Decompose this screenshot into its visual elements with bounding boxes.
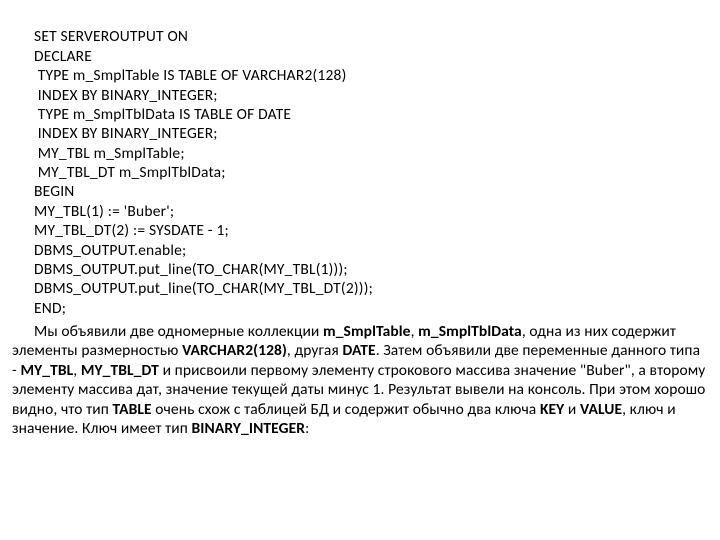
code-line: DBMS_OUTPUT.put_line(TO_CHAR(MY_TBL_DT(2… [34, 279, 373, 298]
code-line: TYPE m_SmplTblData IS TABLE OF DATE [34, 105, 291, 124]
prose-bold: MY_TBL [20, 361, 73, 380]
prose-bold: VARCHAR2(128) [182, 341, 287, 360]
code-line: SET SERVEROUTPUT ON [34, 27, 188, 46]
prose-bold: KEY [540, 400, 564, 419]
code-line: INDEX BY BINARY_INTEGER; [34, 86, 218, 105]
prose-text: , другая [287, 341, 343, 360]
code-line: MY_TBL m_SmplTable; [34, 144, 185, 163]
code-block: SET SERVEROUTPUT ON DECLARE TYPE m_SmplT… [34, 8, 708, 318]
prose-text: Мы объявили две одномерные коллекции [34, 322, 323, 341]
prose-bold: BINARY_INTEGER [192, 419, 306, 438]
code-line: TYPE m_SmplTable IS TABLE OF VARCHAR2(12… [34, 66, 346, 85]
prose-bold: VALUE [580, 400, 622, 419]
code-line: BEGIN [34, 182, 75, 201]
code-line: MY_TBL_DT(2) := SYSDATE - 1; [34, 221, 229, 240]
prose-bold: MY_TBL_DT [81, 361, 159, 380]
explanation-paragraph: Мы объявили две одномерные коллекции m_S… [12, 322, 708, 438]
prose-bold: m_SmplTblData [418, 322, 522, 341]
code-line: END; [34, 299, 66, 318]
prose-bold: DATE [342, 341, 375, 360]
code-line: MY_TBL_DT m_SmplTblData; [34, 163, 226, 182]
prose-text: очень схож с таблицей БД и содержит обыч… [152, 400, 540, 419]
prose-text: , [73, 361, 81, 380]
code-line: MY_TBL(1) := 'Buber'; [34, 202, 174, 221]
prose-text: и [564, 400, 580, 419]
code-line: INDEX BY BINARY_INTEGER; [34, 124, 218, 143]
code-line: DBMS_OUTPUT.put_line(TO_CHAR(MY_TBL(1)))… [34, 260, 348, 279]
prose-text: : [305, 419, 309, 438]
code-line: DECLARE [34, 47, 92, 66]
code-line: DBMS_OUTPUT.enable; [34, 241, 186, 260]
prose-bold: TABLE [113, 400, 152, 419]
prose-bold: m_SmplTable [323, 322, 411, 341]
